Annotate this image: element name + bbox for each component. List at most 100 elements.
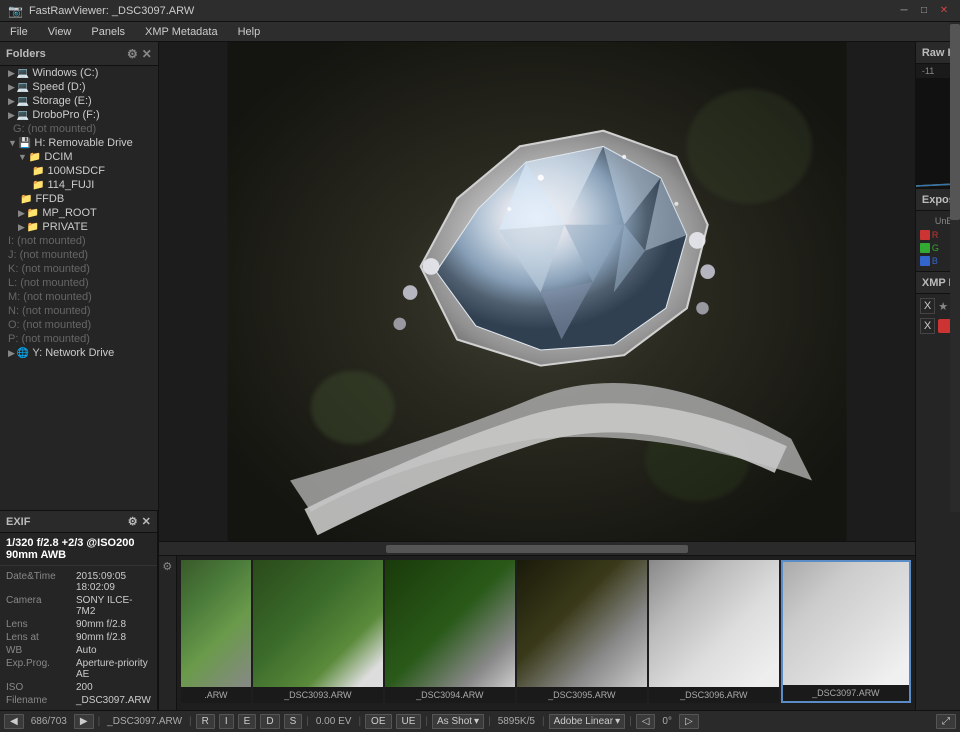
- folders-close-icon[interactable]: ✕: [142, 47, 152, 61]
- s-button[interactable]: S: [284, 714, 303, 729]
- folder-item-h[interactable]: ▼ 💾 H: Removable Drive: [0, 136, 158, 150]
- folder-item-o[interactable]: O: (not mounted): [0, 318, 158, 332]
- main-area: Folders ⚙ ✕ ▶ 💻 Windows (C:) ▶ 💻 Speed (…: [0, 42, 960, 710]
- close-button[interactable]: ✕: [936, 3, 952, 19]
- r-button[interactable]: R: [196, 714, 215, 729]
- folder-item-k[interactable]: K: (not mounted): [0, 262, 158, 276]
- vscrollbar-thumb[interactable]: [950, 24, 960, 220]
- film-item-3[interactable]: _DSC3094.ARW: [385, 560, 515, 703]
- folder-arrow: ▶: [8, 82, 15, 93]
- maximize-button[interactable]: □: [916, 3, 932, 19]
- sep2: |: [189, 716, 192, 727]
- ue-button[interactable]: UE: [396, 714, 422, 729]
- menu-help[interactable]: Help: [232, 26, 267, 38]
- folder-label: 114_FUJI: [47, 179, 94, 191]
- folder-tree[interactable]: ▶ 💻 Windows (C:) ▶ 💻 Speed (D:) ▶ 💻 Stor…: [0, 66, 158, 510]
- menu-file[interactable]: File: [4, 26, 34, 38]
- folder-item-p[interactable]: P: (not mounted): [0, 332, 158, 346]
- folders-settings-icon[interactable]: ⚙: [127, 47, 138, 61]
- folder-item-y[interactable]: ▶ 🌐 Y: Network Drive: [0, 346, 158, 360]
- folder-item-mproot[interactable]: ▶ 📁 MP_ROOT: [0, 206, 158, 220]
- scrollbar-thumb[interactable]: [386, 545, 688, 553]
- folder-label: FFDB: [35, 193, 64, 205]
- drive-icon: 💾: [19, 138, 31, 149]
- folder-item-dcim[interactable]: ▼ 📁 DCIM: [0, 150, 158, 164]
- folder-arrow: ▶: [18, 222, 25, 233]
- folder-label: J: (not mounted): [8, 249, 88, 261]
- folder-item-n[interactable]: N: (not mounted): [0, 304, 158, 318]
- folder-item-i[interactable]: I: (not mounted): [0, 234, 158, 248]
- folder-label: PRIVATE: [42, 221, 87, 233]
- menu-panels[interactable]: Panels: [85, 26, 131, 38]
- film-label-4: _DSC3095.ARW: [517, 687, 647, 703]
- film-label-5: _DSC3096.ARW: [649, 687, 779, 703]
- folder-arrow: ▶: [8, 110, 15, 121]
- folder-item-100msdcf[interactable]: 📁 100MSDCF: [0, 164, 158, 178]
- white-balance-dropdown[interactable]: As Shot ▾: [432, 714, 484, 729]
- folder-label: G: (not mounted): [13, 123, 96, 135]
- right-panel: Raw Histogram ✕ -11 -5 EV0 +2 Exposure S…: [915, 42, 960, 710]
- folder-label: M: (not mounted): [8, 291, 92, 303]
- xmp-clear-color-button[interactable]: X: [920, 318, 935, 334]
- vertical-scrollbar[interactable]: [950, 22, 960, 512]
- xmp-reject-button[interactable]: X: [920, 298, 935, 314]
- folder-item-ffdb[interactable]: 📁 FFDB: [0, 192, 158, 206]
- exp-channel-g: [920, 243, 930, 253]
- folders-panel-header: Folders ⚙ ✕: [0, 42, 158, 66]
- next-button[interactable]: ▶: [74, 714, 94, 729]
- film-item-5[interactable]: _DSC3096.ARW: [649, 560, 779, 703]
- exp-channel-r: [920, 230, 930, 240]
- ev-label: 0.00 EV: [313, 716, 355, 727]
- folder-label: Storage (E:): [32, 95, 91, 107]
- oe-button[interactable]: OE: [365, 714, 391, 729]
- folder-icon: 📁: [29, 152, 41, 163]
- center-panel: ⚙ .ARW _DSC3093.ARW _DSC3094.ARW: [159, 42, 915, 710]
- rotate-left-button[interactable]: ◁: [636, 714, 656, 729]
- white-balance-label: As Shot: [437, 716, 472, 727]
- exp-channel-label-r: R: [932, 230, 936, 240]
- d-button[interactable]: D: [260, 714, 279, 729]
- folder-item-g[interactable]: G: (not mounted): [0, 122, 158, 136]
- sep8: |: [629, 716, 632, 727]
- sep7: |: [542, 716, 545, 727]
- exif-row-expprog: Exp.Prog. Aperture-priority AE: [0, 657, 157, 681]
- folder-icon: 📁: [27, 208, 39, 219]
- menu-xmp[interactable]: XMP Metadata: [139, 26, 224, 38]
- folder-item-private[interactable]: ▶ 📁 PRIVATE: [0, 220, 158, 234]
- film-item-6[interactable]: _DSC3097.ARW: [781, 560, 911, 703]
- horizontal-scrollbar[interactable]: [159, 541, 915, 555]
- exif-settings-icon[interactable]: ⚙: [128, 515, 138, 528]
- filmstrip-settings-icon[interactable]: ⚙: [162, 560, 172, 573]
- folder-item-storage[interactable]: ▶ 💻 Storage (E:): [0, 94, 158, 108]
- tone-curve-arrow-icon: ▾: [615, 716, 620, 727]
- folder-label: DroboPro (F:): [32, 109, 99, 121]
- folder-item-m[interactable]: M: (not mounted): [0, 290, 158, 304]
- folder-item-speed[interactable]: ▶ 💻 Speed (D:): [0, 80, 158, 94]
- film-item-2[interactable]: _DSC3093.ARW: [253, 560, 383, 703]
- folder-item-windows[interactable]: ▶ 💻 Windows (C:): [0, 66, 158, 80]
- drive-icon: 💻: [17, 110, 29, 121]
- folder-item-114fuji[interactable]: 📁 114_FUJI: [0, 178, 158, 192]
- folder-label: O: (not mounted): [8, 319, 91, 331]
- folder-item-j[interactable]: J: (not mounted): [0, 248, 158, 262]
- film-thumb-5: [649, 560, 779, 687]
- film-item-4[interactable]: _DSC3095.ARW: [517, 560, 647, 703]
- prev-button[interactable]: ◀: [4, 714, 24, 729]
- i-button[interactable]: I: [219, 714, 234, 729]
- folder-icon: 📁: [20, 194, 32, 205]
- minimize-button[interactable]: ─: [896, 3, 912, 19]
- menu-view[interactable]: View: [42, 26, 78, 38]
- film-item-1[interactable]: .ARW: [181, 560, 251, 703]
- exif-row-lens: Lens 90mm f/2.8: [0, 618, 157, 631]
- exif-close-icon[interactable]: ✕: [142, 515, 151, 528]
- statusbar: ◀ 686/703 ▶ | _DSC3097.ARW | R I E D S |…: [0, 710, 960, 732]
- e-button[interactable]: E: [238, 714, 257, 729]
- expand-button[interactable]: ⤢: [936, 714, 956, 729]
- tone-curve-dropdown[interactable]: Adobe Linear ▾: [549, 714, 626, 729]
- rotate-right-button[interactable]: ▷: [679, 714, 699, 729]
- folder-item-l[interactable]: L: (not mounted): [0, 276, 158, 290]
- folder-item-drobo[interactable]: ▶ 💻 DroboPro (F:): [0, 108, 158, 122]
- main-image-area[interactable]: [159, 42, 915, 541]
- film-label-2: _DSC3093.ARW: [253, 687, 383, 703]
- xmp-star-1[interactable]: ★: [938, 300, 948, 313]
